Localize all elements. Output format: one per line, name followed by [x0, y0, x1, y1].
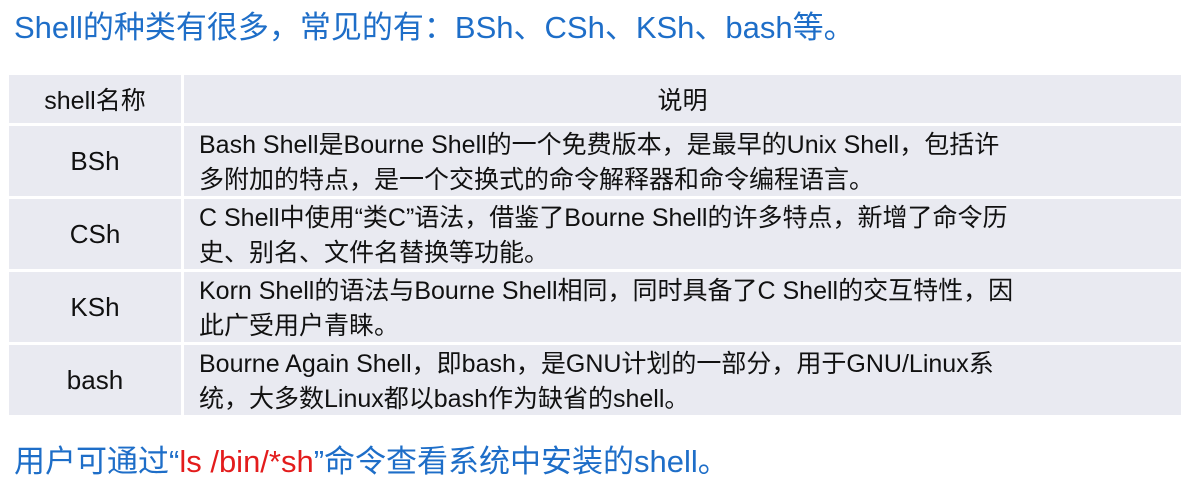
- row-description-csh: C Shell中使用“类C”语法，借鉴了Bourne Shell的许多特点，新增…: [184, 199, 1181, 269]
- row-description-bsh: Bash Shell是Bourne Shell的一个免费版本，是最早的Unix …: [184, 126, 1181, 196]
- header-description: 说明: [184, 75, 1181, 123]
- page-heading: Shell的种类有很多，常见的有：BSh、CSh、KSh、bash等。: [14, 10, 855, 45]
- description-line: Korn Shell的语法与Bourne Shell相同，同时具备了C Shel…: [199, 277, 1014, 305]
- description-line: 史、别名、文件名替换等功能。: [199, 239, 550, 267]
- shell-types-table: shell名称 说明 BSh Bash Shell是Bourne Shell的一…: [9, 75, 1181, 415]
- command-text: ls /bin/*sh: [179, 444, 314, 479]
- description-line: 统，大多数Linux都以bash作为缺省的shell。: [199, 385, 690, 413]
- header-shell-name: shell名称: [9, 75, 181, 123]
- description-line: Bourne Again Shell，即bash，是GNU计划的一部分，用于GN…: [199, 350, 994, 378]
- row-name-bsh: BSh: [9, 126, 181, 196]
- description-line: C Shell中使用“类C”语法，借鉴了Bourne Shell的许多特点，新增…: [199, 204, 1008, 232]
- row-name-bash: bash: [9, 345, 181, 415]
- footer-suffix: ”命令查看系统中安装的shell。: [313, 444, 729, 479]
- description-line: 此广受用户青睐。: [199, 312, 400, 340]
- row-name-ksh: KSh: [9, 272, 181, 342]
- description-line: 多附加的特点，是一个交换式的命令解释器和命令编程语言。: [199, 166, 875, 194]
- row-description-bash: Bourne Again Shell，即bash，是GNU计划的一部分，用于GN…: [184, 345, 1181, 415]
- row-description-ksh: Korn Shell的语法与Bourne Shell相同，同时具备了C Shel…: [184, 272, 1181, 342]
- footer-prefix: 用户可通过“: [14, 444, 180, 479]
- row-name-csh: CSh: [9, 199, 181, 269]
- footer-note: 用户可通过“ls /bin/*sh”命令查看系统中安装的shell。: [14, 440, 729, 484]
- description-line: Bash Shell是Bourne Shell的一个免费版本，是最早的Unix …: [199, 131, 1000, 159]
